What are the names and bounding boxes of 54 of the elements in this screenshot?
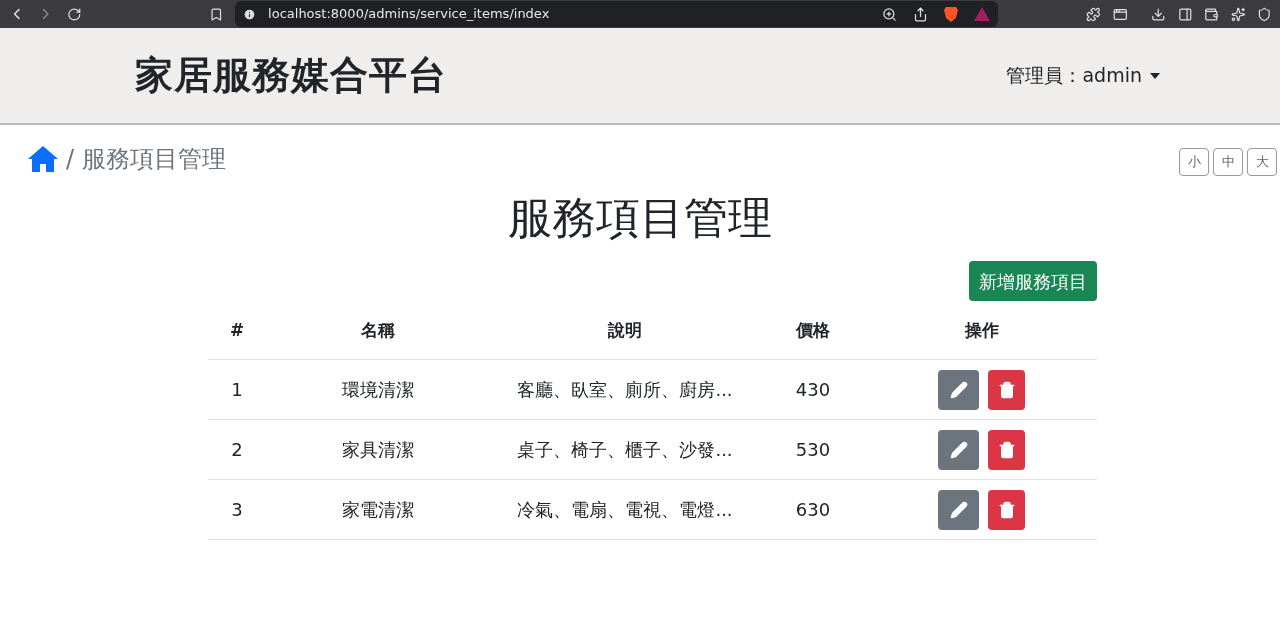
delete-button[interactable] — [988, 429, 1025, 470]
pencil-icon — [949, 380, 968, 399]
trash-icon — [997, 380, 1016, 399]
window-icon[interactable] — [1112, 6, 1128, 22]
share-icon[interactable] — [913, 6, 928, 22]
user-menu[interactable]: 管理員：admin — [1006, 61, 1160, 90]
table-cell-text: 2 — [231, 438, 243, 462]
download-icon[interactable] — [1151, 6, 1166, 22]
column-header: 價格 — [796, 318, 830, 342]
delete-button[interactable] — [988, 369, 1025, 410]
trash-icon — [997, 440, 1016, 459]
breadcrumb-separator: / — [66, 144, 75, 175]
pencil-icon — [949, 440, 968, 459]
table-cell-text: 家具清潔 — [342, 438, 414, 462]
trash-icon — [997, 500, 1016, 519]
shield-icon[interactable] — [1257, 6, 1272, 22]
address-bar[interactable]: localhost:8000/admins/service_items/index — [235, 1, 998, 27]
breadcrumb-current: 服務項目管理 — [82, 144, 227, 175]
column-header: 操作 — [964, 318, 999, 342]
column-header: 名稱 — [361, 318, 395, 342]
table-cell-text: 桌子、椅子、櫃子、沙發... — [517, 438, 733, 462]
table-cell-text: 430 — [795, 378, 831, 402]
extensions-icon[interactable] — [1086, 6, 1101, 22]
font-size-button[interactable]: 中 — [1213, 148, 1243, 176]
zoom-icon[interactable] — [882, 6, 897, 22]
edit-button[interactable] — [938, 369, 979, 410]
home-icon[interactable] — [28, 146, 58, 172]
edit-button[interactable] — [938, 489, 979, 530]
url-text: localhost:8000/admins/service_items/index — [268, 5, 550, 24]
delete-button[interactable] — [988, 489, 1025, 530]
pencil-icon — [949, 500, 968, 519]
font-size-button[interactable]: 大 — [1247, 148, 1277, 176]
table-cell-text: 客廳、臥室、廁所、廚房... — [517, 378, 733, 402]
table-cell-text: 家電清潔 — [342, 498, 414, 522]
bookmark-icon[interactable] — [208, 6, 224, 22]
table-cell-text: 530 — [795, 438, 831, 462]
table-cell-text: 冷氣、電扇、電視、電燈... — [517, 498, 733, 522]
table-cell-text: 630 — [795, 498, 831, 522]
info-icon[interactable] — [243, 7, 257, 21]
edit-button[interactable] — [938, 429, 979, 470]
table-cell-text: 3 — [231, 498, 243, 522]
column-header: # — [229, 318, 245, 342]
column-header: 說明 — [608, 318, 642, 342]
wallet-icon[interactable] — [1204, 6, 1219, 22]
caret-icon — [1150, 72, 1160, 79]
sparkle-icon[interactable] — [1230, 6, 1246, 22]
site-title[interactable]: 家居服務媒合平台 — [135, 47, 447, 104]
reload-icon[interactable] — [66, 6, 82, 22]
table-cell-text: 環境清潔 — [342, 378, 414, 402]
add-service-button[interactable]: 新增服務項目 — [969, 261, 1097, 301]
page-title: 服務項目管理 — [508, 191, 772, 245]
sidebar-icon[interactable] — [1177, 6, 1193, 22]
font-size-button[interactable]: 小 — [1179, 148, 1209, 176]
table-cell-text: 1 — [231, 378, 243, 402]
